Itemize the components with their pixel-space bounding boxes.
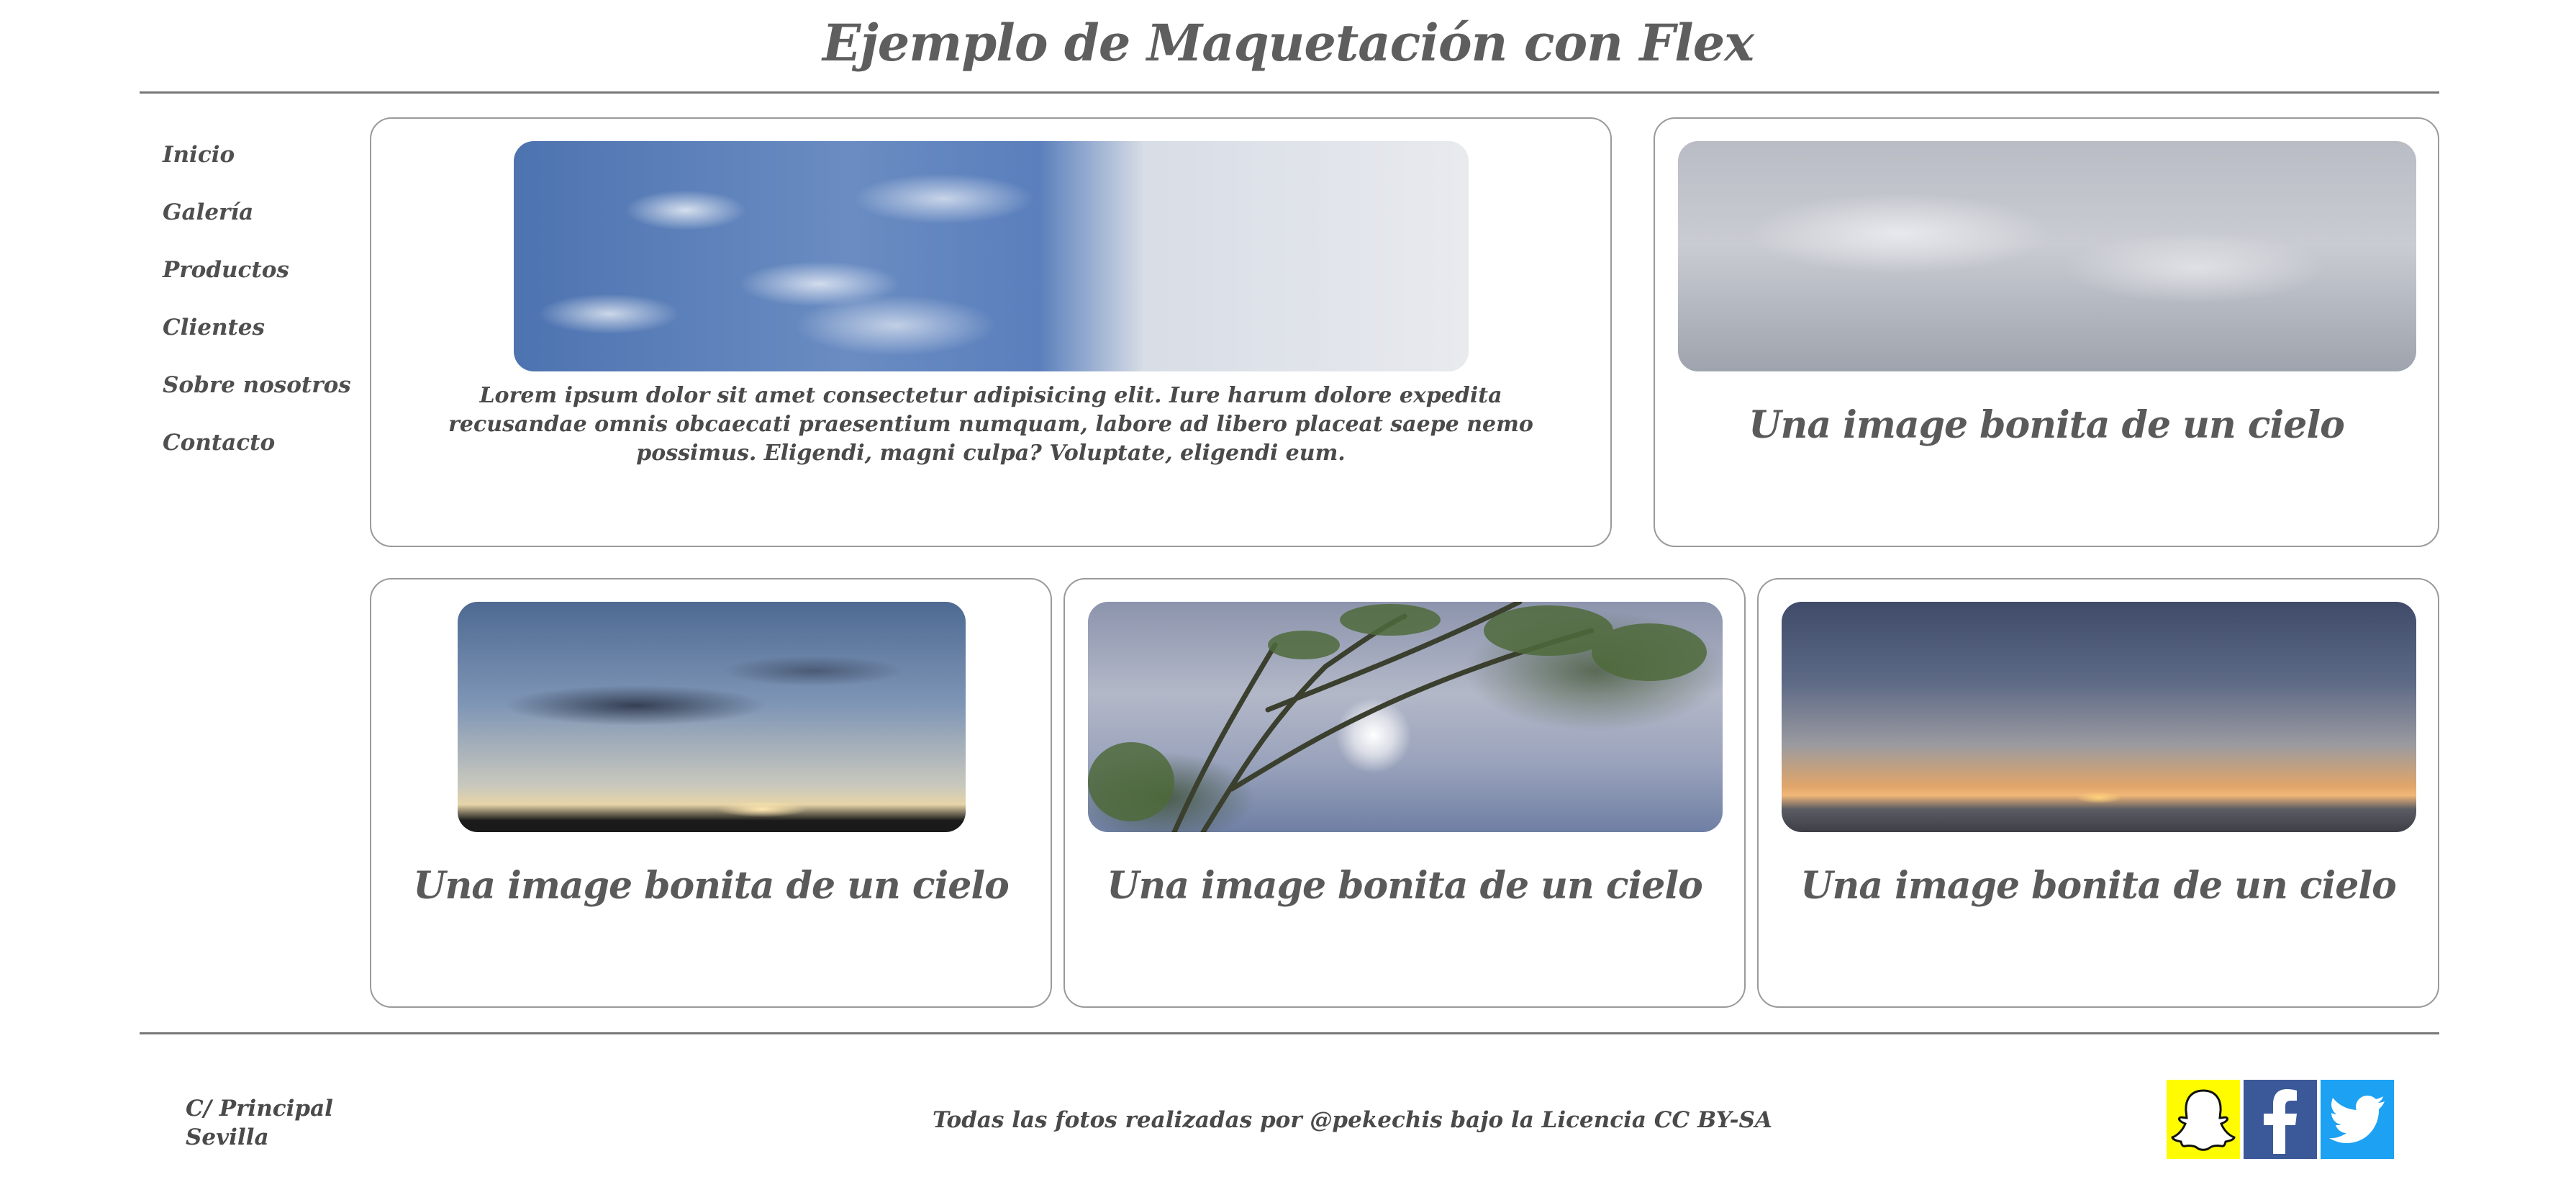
- footer-credit: Todas las fotos realizadas por @pekechis…: [933, 1107, 1772, 1133]
- nav-item-contacto[interactable]: Contacto: [163, 425, 351, 482]
- footer-address: C/ Principal Sevilla: [186, 1094, 333, 1152]
- nav-item-sobre-nosotros[interactable]: Sobre nosotros: [163, 367, 351, 425]
- sky-image: [514, 141, 1469, 371]
- twitter-link[interactable]: [2321, 1080, 2394, 1159]
- sky-image: [1782, 602, 2416, 832]
- footer-divider: [140, 1032, 2439, 1034]
- twitter-icon: [2329, 1096, 2385, 1143]
- address-city: Sevilla: [186, 1124, 269, 1150]
- card-caption: Una image bonita de un cielo: [413, 864, 1010, 908]
- snapchat-link[interactable]: [2167, 1080, 2240, 1159]
- sky-image: [1088, 602, 1723, 832]
- gallery-card: Una image bonita de un cielo: [1654, 117, 2439, 547]
- address-street: C/ Principal: [186, 1096, 333, 1122]
- card-caption: Una image bonita de un cielo: [1800, 864, 2397, 908]
- sky-image: [458, 602, 966, 832]
- gallery-card: Una image bonita de un cielo: [1757, 578, 2439, 1008]
- gallery-card: Una image bonita de un cielo: [1063, 578, 1746, 1008]
- sky-image: [1678, 141, 2416, 371]
- facebook-icon: [2264, 1089, 2297, 1154]
- tree-silhouette: [1088, 602, 1707, 832]
- facebook-link[interactable]: [2244, 1080, 2317, 1159]
- card-caption: Una image bonita de un cielo: [1749, 403, 2345, 447]
- card-text: Lorem ipsum dolor sit amet consectetur a…: [448, 383, 1533, 466]
- article-card: Lorem ipsum dolor sit amet consectetur a…: [370, 117, 1612, 547]
- gallery-card: Una image bonita de un cielo: [370, 578, 1052, 1008]
- nav-item-inicio[interactable]: Inicio: [163, 137, 351, 194]
- nav-item-clientes[interactable]: Clientes: [163, 310, 351, 367]
- sidebar-nav: Inicio Galería Productos Clientes Sobre …: [163, 137, 351, 482]
- nav-item-galeria[interactable]: Galería: [163, 194, 351, 252]
- nav-item-productos[interactable]: Productos: [163, 252, 351, 310]
- snapchat-icon: [2171, 1089, 2236, 1151]
- page-title: Ejemplo de Maquetación con Flex: [822, 13, 1754, 73]
- header-divider: [140, 91, 2439, 94]
- card-caption: Una image bonita de un cielo: [1107, 864, 1703, 908]
